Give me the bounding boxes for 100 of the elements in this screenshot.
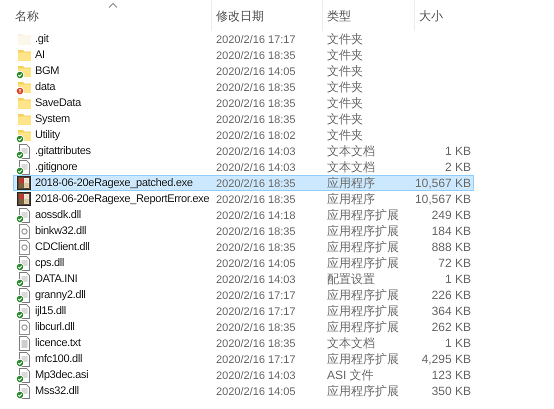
file-type: 应用程序 <box>327 176 375 190</box>
file-row[interactable]: Mp3dec.asi 2020/2/16 14:03 ASI 文件 123 KB <box>13 367 474 383</box>
file-type: 文件夹 <box>327 112 363 126</box>
modified-date: 2020/2/16 18:35 <box>216 194 296 206</box>
modified-date: 2020/2/16 14:05 <box>216 386 296 398</box>
file-name: mfc100.dll <box>35 352 82 367</box>
file-type: 应用程序扩展 <box>327 304 399 318</box>
modified-date: 2020/2/16 18:35 <box>216 242 296 254</box>
modified-date: 2020/2/16 18:35 <box>216 226 296 238</box>
file-type: 配置设置 <box>327 272 375 286</box>
modified-date: 2020/2/16 14:05 <box>216 258 296 270</box>
modified-date: 2020/2/16 18:35 <box>216 98 296 110</box>
file-name: data <box>35 80 56 95</box>
file-name: ijl15.dll <box>35 304 66 319</box>
file-row[interactable]: .git 2020/2/16 17:17 文件夹 <box>13 31 474 47</box>
file-size: 2 KB <box>444 160 471 174</box>
file-name: AI <box>35 48 45 63</box>
file-name: SaveData <box>35 96 81 111</box>
file-row[interactable]: binkw32.dll 2020/2/16 18:35 应用程序扩展 184 KB <box>13 223 474 239</box>
file-row[interactable]: .gitattributes 2020/2/16 14:03 文本文档 1 KB <box>13 143 474 159</box>
file-type: 文件夹 <box>327 80 363 94</box>
file-type: 应用程序扩展 <box>327 256 399 270</box>
file-type: 应用程序扩展 <box>327 384 399 398</box>
column-header[interactable]: 修改日期 <box>216 6 264 24</box>
modified-date: 2020/2/16 14:03 <box>216 370 296 382</box>
modified-date: 2020/2/16 14:03 <box>216 162 296 174</box>
file-row[interactable]: Utility 2020/2/16 18:02 文件夹 <box>13 127 474 143</box>
file-name: .gitattributes <box>35 144 91 159</box>
file-size: 184 KB <box>432 224 471 238</box>
file-type: 应用程序扩展 <box>327 224 399 238</box>
file-name: 2018-06-20eRagexe_patched.exe <box>35 176 193 191</box>
column-header[interactable]: 大小 <box>419 6 443 24</box>
modified-date: 2020/2/16 17:17 <box>216 306 296 318</box>
file-row[interactable]: System 2020/2/16 18:35 文件夹 <box>13 111 474 127</box>
modified-date: 2020/2/16 17:17 <box>216 290 296 302</box>
file-size: 262 KB <box>432 320 471 334</box>
file-type: 文件夹 <box>327 32 363 46</box>
modified-date: 2020/2/16 18:35 <box>216 82 296 94</box>
file-row[interactable]: DATA.INI 2020/2/16 14:03 配置设置 1 KB <box>13 271 474 287</box>
file-row[interactable]: ijl15.dll 2020/2/16 17:17 应用程序扩展 364 KB <box>13 303 474 319</box>
file-row[interactable]: licence.txt 2020/2/16 18:35 文本文档 1 KB <box>13 335 474 351</box>
file-size: 364 KB <box>432 304 471 318</box>
file-row[interactable]: 2018-06-20eRagexe_patched.exe 2020/2/16 18:35 应用程序 10,567 KB <box>13 175 474 191</box>
file-size: 72 KB <box>438 256 471 270</box>
modified-date: 2020/2/16 18:35 <box>216 338 296 350</box>
file-type: 应用程序扩展 <box>327 240 399 254</box>
modified-date: 2020/2/16 18:35 <box>216 50 296 62</box>
file-type: 应用程序扩展 <box>327 352 399 366</box>
file-size: 249 KB <box>432 208 471 222</box>
file-name: CDClient.dll <box>35 240 90 255</box>
file-name: binkw32.dll <box>35 224 86 239</box>
file-row[interactable]: BGM 2020/2/16 14:05 文件夹 <box>13 63 474 79</box>
file-row[interactable]: .gitignore 2020/2/16 14:03 文本文档 2 KB <box>13 159 474 175</box>
file-type: 文本文档 <box>327 144 375 158</box>
file-row[interactable]: cps.dll 2020/2/16 14:05 应用程序扩展 72 KB <box>13 255 474 271</box>
column-header[interactable]: 名称 <box>15 6 39 24</box>
file-name: 2018-06-20eRagexe_ReportError.exe <box>35 192 210 207</box>
file-name: DATA.INI <box>35 272 78 287</box>
file-type: ASI 文件 <box>327 368 374 382</box>
file-name: cps.dll <box>35 256 64 271</box>
file-name: .git <box>35 32 48 47</box>
file-row[interactable]: mfc100.dll 2020/2/16 17:17 应用程序扩展 4,295 KB <box>13 351 474 367</box>
file-name: aossdk.dll <box>35 208 81 223</box>
file-type: 应用程序扩展 <box>327 288 399 302</box>
file-row[interactable]: 2018-06-20eRagexe_ReportError.exe 2020/2/16 18:35 应用程序 10,567 KB <box>13 191 474 207</box>
file-name: BGM <box>35 64 60 79</box>
modified-date: 2020/2/16 18:35 <box>216 178 296 190</box>
modified-date: 2020/2/16 17:17 <box>216 354 296 366</box>
file-row[interactable]: SaveData 2020/2/16 18:35 文件夹 <box>13 95 474 111</box>
file-name: granny2.dll <box>35 288 86 303</box>
file-type: 应用程序扩展 <box>327 208 399 222</box>
file-row[interactable]: libcurl.dll 2020/2/16 18:35 应用程序扩展 262 KB <box>13 319 474 335</box>
file-row[interactable]: aossdk.dll 2020/2/16 14:18 应用程序扩展 249 KB <box>13 207 474 223</box>
modified-date: 2020/2/16 14:03 <box>216 274 296 286</box>
modified-date: 2020/2/16 17:17 <box>216 34 296 46</box>
file-name: Mp3dec.asi <box>35 368 88 383</box>
file-name: Mss32.dll <box>35 384 79 399</box>
file-size: 226 KB <box>432 288 471 302</box>
modified-date: 2020/2/16 14:05 <box>216 66 296 78</box>
file-type: 文本文档 <box>327 160 375 174</box>
file-name: System <box>35 112 70 127</box>
file-row[interactable]: data 2020/2/16 18:35 文件夹 <box>13 79 474 95</box>
file-row[interactable]: CDClient.dll 2020/2/16 18:35 应用程序扩展 888 KB <box>13 239 474 255</box>
modified-date: 2020/2/16 14:18 <box>216 210 296 222</box>
file-type: 文件夹 <box>327 96 363 110</box>
file-size: 1 KB <box>444 272 471 286</box>
file-size: 350 KB <box>432 384 471 398</box>
column-header[interactable]: 类型 <box>327 6 351 24</box>
modified-date: 2020/2/16 18:35 <box>216 114 296 126</box>
file-row[interactable]: AI 2020/2/16 18:35 文件夹 <box>13 47 474 63</box>
file-name: Utility <box>35 128 60 143</box>
file-size: 10,567 KB <box>415 192 472 206</box>
file-size: 123 KB <box>432 368 471 382</box>
file-name: licence.txt <box>35 336 81 351</box>
modified-date: 2020/2/16 18:35 <box>216 322 296 334</box>
file-row[interactable]: Mss32.dll 2020/2/16 14:05 应用程序扩展 350 KB <box>13 383 474 399</box>
file-row[interactable]: granny2.dll 2020/2/16 17:17 应用程序扩展 226 KB <box>13 287 474 303</box>
modified-date: 2020/2/16 18:02 <box>216 130 296 142</box>
file-name: libcurl.dll <box>35 320 74 335</box>
file-type: 文本文档 <box>327 336 375 350</box>
